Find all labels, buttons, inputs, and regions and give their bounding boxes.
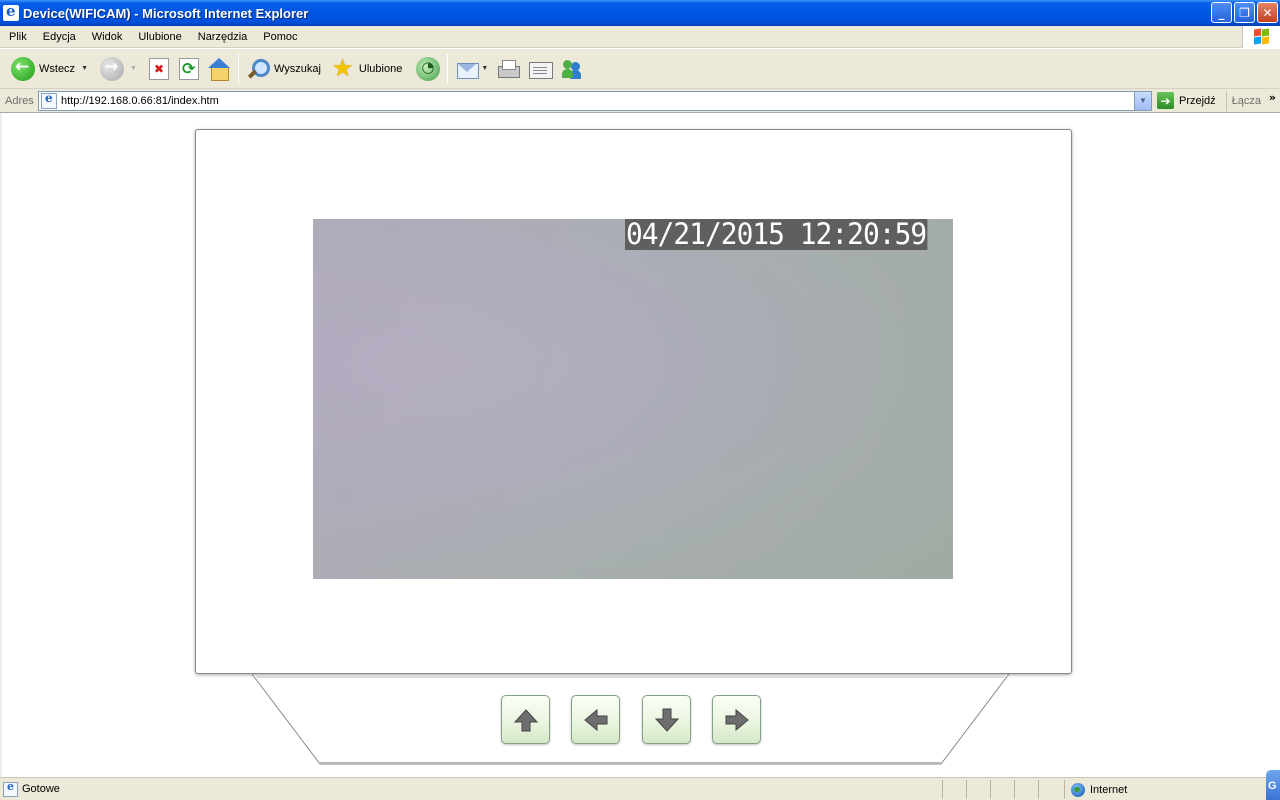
globe-icon <box>1071 782 1085 797</box>
title-bar: Device(WIFICAM) - Microsoft Internet Exp… <box>0 0 1280 26</box>
arrow-up-icon <box>513 708 538 731</box>
address-bar: Adres http://192.168.0.66:81/index.htm ▼… <box>0 89 1280 113</box>
menu-tools[interactable]: Narzędzia <box>190 31 256 43</box>
refresh-button[interactable] <box>176 54 202 84</box>
messenger-icon <box>560 57 584 81</box>
status-bar: Gotowe Internet <box>0 777 1280 800</box>
menu-bar: Plik Edycja Widok Ulubione Narzędzia Pom… <box>0 26 1280 48</box>
arrow-left-icon <box>583 708 607 731</box>
camera-video-feed[interactable]: 04/21/2015 12:20:59 <box>313 219 953 579</box>
print-icon <box>496 57 521 81</box>
links-separator <box>1225 90 1227 111</box>
history-button[interactable] <box>413 54 443 84</box>
go-arrow-icon: ➔ <box>1157 92 1174 109</box>
stop-button[interactable] <box>146 54 172 84</box>
zone-label: Internet <box>1090 783 1128 796</box>
toolbar-separator <box>237 53 239 84</box>
back-button[interactable]: Wstecz ▼ <box>8 54 91 84</box>
status-panels <box>942 780 1062 799</box>
security-zone[interactable]: Internet <box>1064 780 1264 799</box>
stop-icon <box>148 57 169 80</box>
camera-timestamp: 04/21/2015 12:20:59 <box>625 219 928 251</box>
window-title: Device(WIFICAM) - Microsoft Internet Exp… <box>23 5 309 21</box>
page-icon <box>41 91 57 109</box>
close-button[interactable]: ✕ <box>1257 2 1278 23</box>
go-button[interactable]: ➔ Przejdź <box>1157 92 1216 109</box>
mail-icon <box>455 57 480 81</box>
status-text: Gotowe <box>22 783 60 795</box>
address-input[interactable]: http://192.168.0.66:81/index.htm ▼ <box>38 90 1152 111</box>
links-button[interactable]: Łącza <box>1232 95 1261 107</box>
edit-icon <box>528 57 554 81</box>
back-dropdown-icon[interactable]: ▼ <box>81 65 88 72</box>
address-dropdown-icon[interactable]: ▼ <box>1134 91 1151 110</box>
status-page-icon <box>3 780 18 797</box>
messenger-button[interactable] <box>557 54 587 84</box>
corner-tab[interactable]: G <box>1266 770 1280 800</box>
mail-button[interactable]: ▼ <box>452 54 491 84</box>
favorites-button[interactable]: Ulubione <box>328 54 405 84</box>
favorites-label: Ulubione <box>358 62 403 75</box>
ie-app-icon[interactable] <box>3 2 19 21</box>
links-chevron-icon[interactable]: » <box>1269 91 1276 104</box>
standard-toolbar: Wstecz ▼ ▼ Wyszukaj Ulubione ▼ <box>0 49 1280 89</box>
ptz-right-button[interactable] <box>712 695 761 744</box>
ptz-down-button[interactable] <box>642 695 691 744</box>
refresh-icon <box>178 57 199 80</box>
window-controls: _ ❐ ✕ <box>1211 2 1278 23</box>
edit-button[interactable] <box>525 54 555 84</box>
toolbar-separator <box>447 53 449 84</box>
menu-view[interactable]: Widok <box>84 31 131 43</box>
ptz-up-button[interactable] <box>501 695 550 744</box>
forward-icon <box>100 56 124 81</box>
history-icon <box>416 56 441 81</box>
arrow-down-icon <box>654 708 679 732</box>
menu-edit[interactable]: Edycja <box>35 31 84 43</box>
restore-button[interactable]: ❐ <box>1234 2 1255 23</box>
home-icon <box>207 57 231 81</box>
search-button[interactable]: Wyszukaj <box>243 54 324 84</box>
menu-favorites[interactable]: Ulubione <box>130 31 189 43</box>
menu-help[interactable]: Pomoc <box>255 31 305 43</box>
windows-flag-icon <box>1254 28 1270 45</box>
search-label: Wyszukaj <box>273 62 321 75</box>
forward-button[interactable]: ▼ <box>97 54 140 84</box>
ptz-control-base <box>251 674 1010 765</box>
print-button[interactable] <box>493 54 523 84</box>
mail-dropdown-icon[interactable]: ▼ <box>481 65 488 72</box>
arrow-right-icon <box>725 708 749 731</box>
address-label: Adres <box>5 94 34 107</box>
address-url[interactable]: http://192.168.0.66:81/index.htm <box>61 95 219 107</box>
home-button[interactable] <box>204 54 234 84</box>
back-icon <box>11 56 35 81</box>
menu-file[interactable]: Plik <box>0 31 35 43</box>
go-label: Przejdź <box>1179 94 1216 107</box>
forward-dropdown-icon[interactable]: ▼ <box>130 65 137 72</box>
search-icon <box>246 57 270 81</box>
minimize-button[interactable]: _ <box>1211 2 1232 23</box>
ptz-left-button[interactable] <box>571 695 620 744</box>
windows-logo <box>1242 26 1280 48</box>
page-content: 04/21/2015 12:20:59 <box>0 113 1280 777</box>
favorites-icon <box>331 54 355 82</box>
back-label: Wstecz <box>39 62 76 75</box>
